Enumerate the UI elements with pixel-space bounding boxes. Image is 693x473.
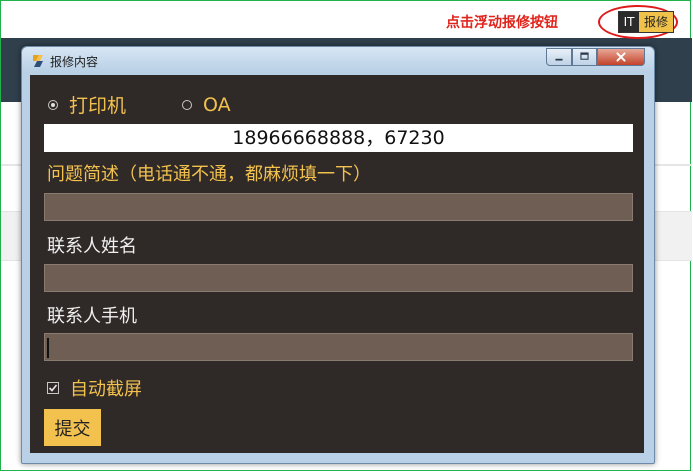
description-label: 问题简述（电话通不通，都麻烦填一下） [47, 164, 371, 185]
radio-label-printer: 打印机 [69, 95, 127, 117]
title-bar[interactable]: 报修内容 [22, 47, 654, 73]
repair-dialog: 报修内容 打印机 OA 18966668888，67230 问题简述（电话通不通… [21, 46, 655, 464]
radio-button-checked[interactable] [48, 99, 58, 110]
float-repair-label: 报修 [639, 12, 673, 32]
radio-option-oa[interactable]: OA [182, 94, 231, 116]
contact-phone-field[interactable] [44, 333, 633, 361]
maximize-icon [580, 52, 589, 60]
contact-numbers-display: 18966668888，67230 [44, 124, 633, 152]
category-radio-group: 打印机 OA [48, 91, 287, 118]
close-icon [616, 52, 626, 62]
hint-text: 点击浮动报修按钮 [446, 15, 558, 31]
contact-name-label: 联系人姓名 [47, 236, 137, 257]
radio-button-unchecked[interactable] [182, 99, 193, 110]
text-caret [47, 338, 49, 358]
minimize-button[interactable] [546, 48, 572, 66]
contact-phone-label: 联系人手机 [47, 306, 137, 327]
app-logo-icon [30, 53, 46, 69]
auto-screenshot-option[interactable]: 自动截屏 [47, 375, 142, 401]
minimize-icon [555, 58, 563, 61]
radio-label-oa: OA [203, 93, 231, 116]
window-title: 报修内容 [50, 55, 99, 69]
maximize-button[interactable] [572, 48, 597, 66]
description-field[interactable] [44, 193, 633, 221]
floating-repair-button[interactable]: IT 报修 [618, 11, 674, 33]
close-button[interactable] [597, 48, 645, 66]
float-it-badge: IT [619, 12, 639, 32]
auto-screenshot-checkbox[interactable] [47, 382, 59, 394]
radio-option-printer[interactable]: 打印机 [48, 91, 126, 118]
auto-screenshot-label: 自动截屏 [70, 379, 142, 400]
contact-name-field[interactable] [44, 264, 633, 292]
submit-button[interactable]: 提交 [44, 409, 101, 446]
form-panel: 打印机 OA 18966668888，67230 问题简述（电话通不通，都麻烦填… [30, 75, 644, 453]
checkmark-icon [48, 384, 58, 392]
